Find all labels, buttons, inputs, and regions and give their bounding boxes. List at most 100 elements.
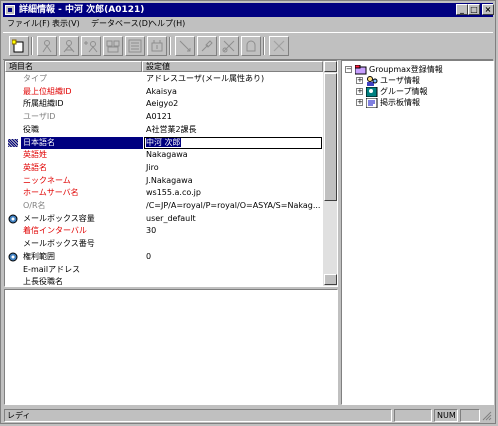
menu-bar: ファイル(F) 表示(V) データベース(D) ヘルプ(H) xyxy=(3,17,493,31)
scroll-up-button[interactable] xyxy=(324,61,337,72)
row-label: ニックネーム xyxy=(23,175,71,185)
column-header-value[interactable]: 設定値 xyxy=(142,61,323,72)
table-row[interactable]: 上長役職名 xyxy=(5,276,322,287)
menu-file[interactable]: ファイル(F) xyxy=(7,17,50,31)
tree-item-label: ユーザ情報 xyxy=(380,76,420,85)
table-row[interactable]: メールボックス番号 xyxy=(5,238,322,250)
bulletin-board-icon xyxy=(366,98,378,108)
table-row[interactable]: E-mailアドレス xyxy=(5,264,322,276)
expand-toggle[interactable]: + xyxy=(356,99,363,106)
menu-view[interactable]: 表示(V) xyxy=(52,17,80,31)
tool-icon xyxy=(246,40,256,52)
row-value: A社営業2課長 xyxy=(146,124,197,134)
attribute-list[interactable]: 項目名 設定値 タイプ アドレスユーザ(メール属性あり) 最上位組織ID Akaisy… xyxy=(4,60,338,287)
tree-root-label: Groupmax登録情報 xyxy=(369,65,443,74)
table-row[interactable]: 英語名 Jiro xyxy=(5,162,322,174)
row-label: 上長役職名 xyxy=(23,277,63,287)
table-row[interactable]: 最上位組織ID Akaisya xyxy=(5,86,322,98)
tool-icon xyxy=(222,40,235,53)
tool-icon xyxy=(128,39,142,53)
menu-database[interactable]: データベース(D) xyxy=(91,17,151,31)
table-row[interactable]: ユーザID A0121 xyxy=(5,111,322,123)
tree-item-label: グループ情報 xyxy=(380,87,428,96)
table-row[interactable]: 役職 A社営業2課長 xyxy=(5,124,322,136)
toolbar xyxy=(3,32,493,60)
row-value: Jiro xyxy=(146,162,159,172)
edit-text[interactable]: 中河 次郎 xyxy=(146,137,181,147)
new-button[interactable] xyxy=(9,36,29,56)
selection-marker-icon xyxy=(8,138,18,147)
row-value: 0 xyxy=(146,251,152,261)
collapse-toggle[interactable]: − xyxy=(345,66,352,73)
resize-grip[interactable] xyxy=(482,411,492,421)
row-value: アドレスユーザ(メール属性あり) xyxy=(146,74,265,83)
tool-button[interactable] xyxy=(125,36,145,56)
tool-icon xyxy=(179,40,191,52)
status-text: レディ xyxy=(4,409,392,422)
table-row[interactable]: 所属組織ID Aeigyo2 xyxy=(5,98,322,110)
table-row[interactable]: 英語姓 Nakagawa xyxy=(5,149,322,161)
row-value: Akaisya xyxy=(146,86,177,96)
row-label: 着信インターバル xyxy=(23,226,87,236)
app-icon[interactable] xyxy=(5,5,15,15)
tree-item-label: 掲示板情報 xyxy=(380,98,420,107)
row-value: user_default xyxy=(146,213,196,223)
tool-button[interactable] xyxy=(103,36,123,56)
row-label: 最上位組織ID xyxy=(23,86,72,96)
menu-help[interactable]: ヘルプ(H) xyxy=(149,17,185,31)
close-button[interactable]: × xyxy=(482,4,494,15)
expand-toggle[interactable]: + xyxy=(356,88,363,95)
row-label: タイプ xyxy=(23,74,47,83)
toolbar-separator xyxy=(263,37,265,55)
tool-button[interactable] xyxy=(219,36,239,56)
table-row[interactable]: ホームサーバ名 ws155.a.co.jp xyxy=(5,187,322,199)
tool-button[interactable] xyxy=(241,36,261,56)
maximize-button[interactable]: □ xyxy=(468,4,480,15)
row-value: 30 xyxy=(146,226,157,236)
vertical-scrollbar[interactable] xyxy=(323,61,337,286)
new-icon xyxy=(12,39,24,53)
tool-button[interactable] xyxy=(37,36,57,56)
tool-icon xyxy=(201,40,213,52)
table-row[interactable]: タイプ アドレスユーザ(メール属性あり) xyxy=(5,73,322,85)
folder-icon xyxy=(355,65,367,75)
user-icon xyxy=(367,76,378,86)
expand-toggle[interactable]: + xyxy=(356,77,363,84)
table-row[interactable]: 日本語名 中河 次郎 xyxy=(5,136,322,149)
resize-grip-icon xyxy=(482,411,492,421)
row-value: Aeigyo2 xyxy=(146,99,179,109)
tree-pane[interactable]: − Groupmax登録情報 + ユーザ情報 + グループ情報 + 掲示板情報 xyxy=(341,60,494,405)
window-title: 詳細情報 - 中河 次郎(A0121) xyxy=(19,5,145,15)
table-row[interactable]: 権利範囲 0 xyxy=(5,251,322,263)
tool-button[interactable] xyxy=(147,36,167,56)
minimize-button[interactable]: _ xyxy=(456,4,468,15)
tool-button[interactable] xyxy=(59,36,79,56)
row-label: 権利範囲 xyxy=(23,251,55,261)
column-header-name[interactable]: 項目名 xyxy=(5,61,142,72)
table-row[interactable]: 着信インターバル 30 xyxy=(5,225,322,237)
scroll-down-button[interactable] xyxy=(324,274,337,285)
scroll-thumb[interactable] xyxy=(324,73,337,201)
tool-icon xyxy=(63,40,75,53)
table-row[interactable]: O/R名/C=JP/A=royal/P=royal/O=ASYA/S=Nakag… xyxy=(5,200,322,212)
row-value: A0121 xyxy=(146,112,172,122)
row-label: メールボックス番号 xyxy=(23,239,95,249)
table-row[interactable]: ニックネーム J.Nakagawa xyxy=(5,175,322,187)
row-label: 役職 xyxy=(23,124,39,134)
detail-text-pane[interactable] xyxy=(4,289,338,405)
status-indicator-blank xyxy=(460,409,480,422)
tool-button[interactable] xyxy=(175,36,195,56)
row-value: ws155.a.co.jp xyxy=(146,188,201,198)
tool-icon xyxy=(42,40,52,53)
row-label: ユーザID xyxy=(23,112,56,122)
row-value: /C=JP/A=royal/P=royal/O=ASYA/S=Nakag... xyxy=(146,201,321,210)
tool-button[interactable] xyxy=(81,36,101,56)
row-value-editor[interactable]: 中河 次郎 xyxy=(144,136,322,149)
row-label: 所属組織ID xyxy=(23,99,64,109)
delete-button[interactable] xyxy=(269,36,289,56)
tool-button[interactable] xyxy=(197,36,217,56)
table-row[interactable]: メールボックス容量 user_default xyxy=(5,213,322,225)
tool-icon xyxy=(106,40,120,53)
title-bar[interactable]: 詳細情報 - 中河 次郎(A0121) _ □ × xyxy=(3,3,494,17)
status-num: NUM xyxy=(434,409,458,422)
